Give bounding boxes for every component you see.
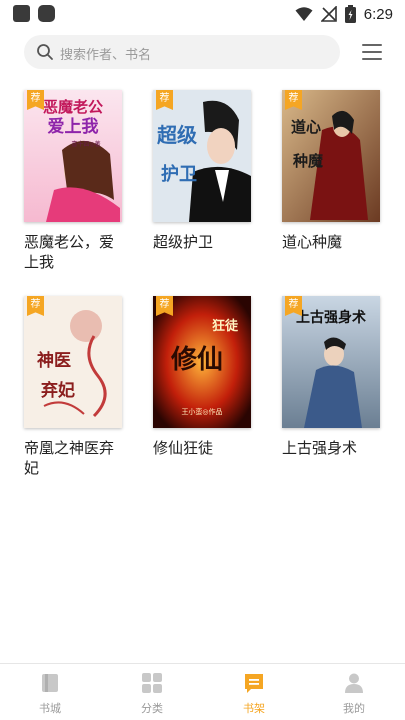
book-cover[interactable]: 道心 种魔 荐 [282, 90, 380, 222]
book-title: 帝凰之神医弃妃 [24, 439, 115, 477]
book-cover[interactable]: 超级 护卫 荐 [153, 90, 251, 222]
book-icon [42, 674, 58, 692]
status-right: 6:29 [295, 4, 393, 24]
book-title: 恶魔老公，爱上我 [24, 233, 115, 271]
svg-text:弃妃: 弃妃 [41, 380, 75, 401]
nav-label: 分类 [141, 702, 163, 715]
svg-text:上古强身术: 上古强身术 [296, 309, 366, 326]
search-bar[interactable]: 搜索作者、书名 [24, 35, 340, 69]
grid-icon [142, 673, 162, 693]
book-cover[interactable]: 神医 弃妃 荐 [24, 296, 122, 428]
svg-text:恶魔老公: 恶魔老公 [43, 98, 103, 116]
nav-label: 书城 [39, 702, 61, 715]
svg-text:道心: 道心 [291, 118, 321, 136]
nav-profile[interactable]: 我的 [324, 664, 384, 720]
book-cover[interactable]: 修仙 狂徒 王小蛮◎作品 荐 [153, 296, 251, 428]
app-notification-icon [38, 5, 55, 22]
search-placeholder: 搜索作者、书名 [60, 48, 152, 63]
svg-text:神医: 神医 [37, 350, 71, 371]
nav-bookstore[interactable]: 书城 [20, 664, 80, 720]
svg-text:喜十四◎著: 喜十四◎著 [71, 140, 100, 148]
clock: 6:29 [363, 5, 393, 23]
battery-icon [344, 5, 356, 23]
svg-text:爱上我: 爱上我 [48, 116, 99, 137]
status-bar: 6:29 [0, 0, 405, 30]
svg-text:超级: 超级 [156, 123, 197, 147]
no-signal-icon [320, 6, 337, 22]
svg-text:王小蛮◎作品: 王小蛮◎作品 [181, 407, 222, 416]
book-cover[interactable]: 恶魔老公 爱上我 喜十四◎著 荐 [24, 90, 122, 222]
notification-icon [13, 5, 30, 22]
nav-label: 书架 [243, 702, 265, 715]
svg-text:狂徒: 狂徒 [212, 318, 239, 334]
nav-label: 我的 [343, 702, 365, 715]
person-icon [345, 673, 363, 693]
book-cover[interactable]: 上古强身术 荐 [282, 296, 380, 428]
wifi-icon [295, 7, 313, 21]
book-title: 上古强身术 [282, 439, 358, 457]
nav-category[interactable]: 分类 [122, 664, 182, 720]
svg-text:护卫: 护卫 [161, 163, 197, 185]
book-title: 道心种魔 [282, 233, 343, 251]
nav-bookshelf[interactable]: 书架 [224, 664, 284, 720]
svg-text:种魔: 种魔 [292, 152, 323, 170]
svg-text:修仙: 修仙 [170, 344, 223, 375]
book-title: 修仙狂徒 [153, 439, 214, 457]
search-icon [37, 44, 53, 60]
menu-icon[interactable] [360, 41, 384, 63]
bookshelf-icon [245, 674, 263, 693]
book-title: 超级护卫 [153, 233, 214, 251]
bottom-nav: 书城 分类 书架 我的 [0, 663, 405, 720]
